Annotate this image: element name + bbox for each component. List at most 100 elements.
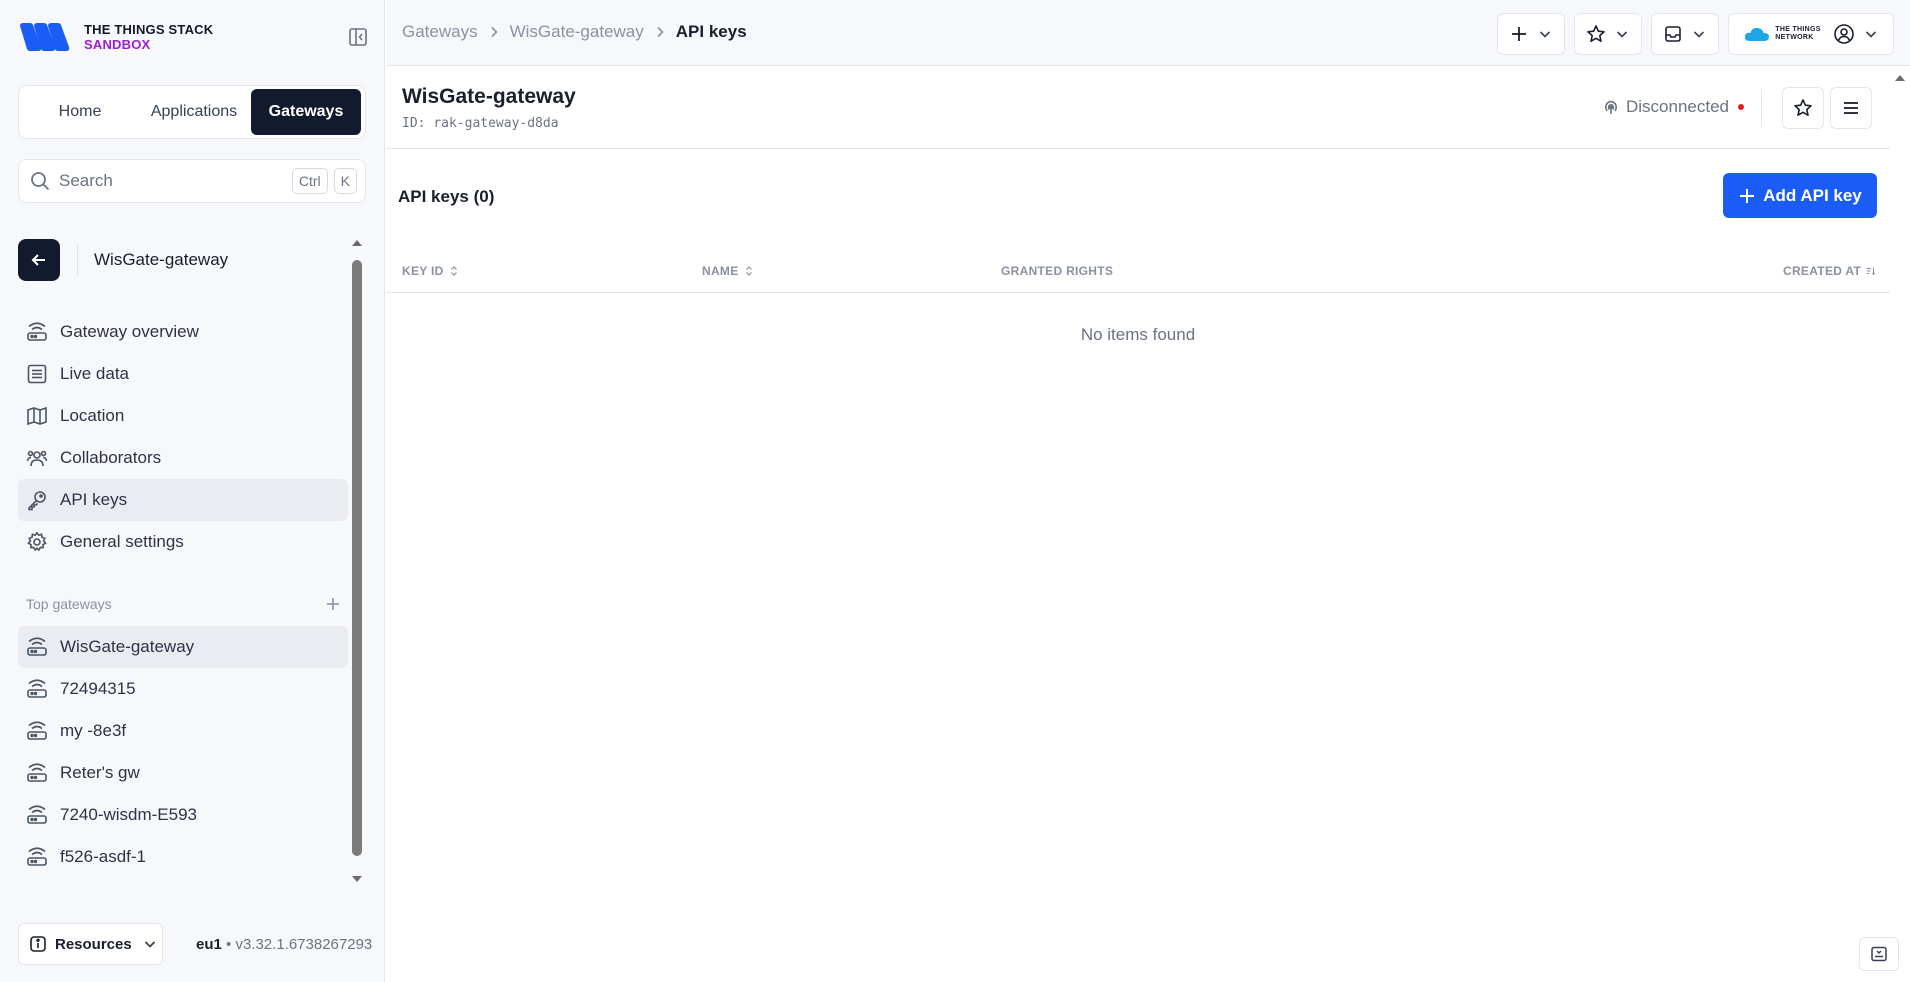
sidebar-item-live-data[interactable]: Live data — [18, 353, 348, 395]
sidebar-item-general-settings[interactable]: General settings — [18, 521, 348, 563]
sidebar-item-label: API keys — [60, 490, 128, 509]
top-header: Gateways WisGate-gateway API keys THE TH… — [386, 0, 1910, 66]
bookmark-button[interactable] — [1782, 87, 1824, 129]
sort-descending-icon — [1866, 267, 1876, 276]
scroll-down-icon[interactable] — [350, 872, 364, 886]
top-gateways-list: WisGate-gateway 72494315 my -8e3f Reter'… — [18, 626, 348, 878]
sidebar-item-api-keys[interactable]: API keys — [18, 479, 348, 521]
gateway-icon — [27, 847, 47, 866]
sidebar-scrollbar[interactable] — [350, 236, 364, 888]
entity-name: WisGate-gateway — [94, 250, 229, 269]
gateway-icon — [27, 322, 47, 341]
plus-icon[interactable] — [324, 595, 342, 613]
top-gateway-label: my -8e3f — [60, 721, 127, 740]
brand-logo[interactable]: THE THINGS STACK SANDBOX — [18, 20, 213, 54]
chevron-down-icon — [1865, 31, 1876, 38]
gateway-id: ID: rak-gateway-d8da — [402, 116, 559, 131]
entity-header: WisGate-gateway — [18, 239, 228, 281]
ttn-line2: NETWORK — [1775, 34, 1814, 41]
brand-line1: THE THINGS STACK — [84, 22, 214, 37]
signal-icon — [1604, 100, 1618, 114]
sort-icon — [450, 266, 457, 276]
bookmarks-dropdown-button[interactable] — [1574, 13, 1642, 55]
shortcut-key-ctrl: Ctrl — [291, 168, 328, 194]
chat-icon — [1871, 946, 1887, 962]
page-scrollbar[interactable] — [1890, 67, 1910, 982]
more-menu-button[interactable] — [1830, 87, 1872, 129]
sidebar-collapse-icon[interactable] — [347, 26, 369, 48]
chevron-down-icon — [1616, 31, 1628, 38]
gear-icon — [27, 531, 47, 552]
breadcrumb-gateway[interactable]: WisGate-gateway — [510, 22, 644, 42]
inbox-icon — [1665, 26, 1681, 42]
column-name[interactable]: NAME — [702, 264, 754, 278]
list-icon — [27, 364, 47, 384]
map-icon — [27, 406, 47, 426]
feedback-button[interactable] — [1859, 937, 1899, 971]
header-divider — [1761, 89, 1762, 127]
column-key-id[interactable]: KEY ID — [402, 264, 459, 278]
chevron-down-icon — [1539, 31, 1551, 38]
version-info: eu1 • v3.32.1.6738267293 — [196, 936, 373, 953]
star-icon — [1794, 99, 1812, 116]
search-icon — [31, 172, 50, 191]
menu-icon — [1844, 102, 1858, 114]
chevron-right-icon — [491, 26, 498, 38]
shortcut-key-k: K — [333, 168, 357, 194]
notifications-dropdown-button[interactable] — [1651, 13, 1719, 55]
sidebar-item-label: Live data — [60, 364, 129, 383]
breadcrumb-gateways[interactable]: Gateways — [402, 22, 478, 42]
column-created-at[interactable]: CREATED AT — [1783, 264, 1876, 278]
top-gateway-label: f526-asdf-1 — [60, 847, 146, 866]
chevron-down-icon — [1693, 31, 1705, 38]
top-gateway-item[interactable]: 72494315 — [18, 668, 348, 710]
column-granted-rights: GRANTED RIGHTS — [1001, 264, 1113, 278]
scroll-up-icon[interactable] — [1894, 73, 1906, 83]
table-toolbar: API keys (0) Add API key — [386, 173, 1890, 221]
top-gateway-item[interactable]: Reter's gw — [18, 752, 348, 794]
chevron-right-icon — [657, 26, 664, 38]
star-icon — [1587, 25, 1605, 42]
scroll-up-icon[interactable] — [350, 236, 364, 250]
top-gateway-label: 72494315 — [60, 679, 136, 698]
sort-icon — [745, 266, 752, 276]
page-title: WisGate-gateway — [402, 85, 576, 108]
table-header: KEY ID NAME GRANTED RIGHTS CREATED AT — [386, 252, 1890, 293]
sidebar-item-gateway-overview[interactable]: Gateway overview — [18, 311, 348, 353]
top-gateway-item[interactable]: 7240-wisdm-E593 — [18, 794, 348, 836]
column-label: CREATED AT — [1783, 264, 1862, 278]
column-label: NAME — [702, 264, 739, 278]
add-dropdown-button[interactable] — [1497, 13, 1565, 55]
sidebar-item-collaborators[interactable]: Collaborators — [18, 437, 348, 479]
gateway-icon — [27, 721, 47, 740]
user-avatar-icon — [1833, 24, 1854, 44]
resources-button[interactable]: Resources — [18, 923, 163, 965]
cluster-name: eu1 — [196, 936, 222, 953]
search-input[interactable]: Search Ctrl K — [18, 159, 366, 203]
add-api-key-label: Add API key — [1763, 185, 1862, 205]
resources-label: Resources — [55, 935, 132, 953]
chevron-down-icon — [144, 941, 155, 948]
brand-text: THE THINGS STACK SANDBOX — [84, 22, 213, 52]
connection-status: Disconnected — [1602, 97, 1745, 117]
top-gateway-item[interactable]: WisGate-gateway — [18, 626, 348, 668]
top-gateway-label: WisGate-gateway — [60, 637, 195, 656]
sidebar-item-label: Location — [60, 406, 125, 425]
top-gateway-item[interactable]: f526-asdf-1 — [18, 836, 348, 878]
tab-applications[interactable]: Applications — [137, 89, 251, 135]
back-button[interactable] — [18, 239, 60, 281]
scrollbar-thumb[interactable] — [352, 260, 362, 856]
plus-icon — [1740, 188, 1755, 203]
tab-gateways[interactable]: Gateways — [251, 89, 361, 135]
sidebar-fade — [18, 890, 348, 902]
gateway-icon — [27, 763, 47, 782]
tab-home[interactable]: Home — [23, 89, 137, 135]
add-api-key-button[interactable]: Add API key — [1723, 173, 1877, 218]
users-icon — [26, 450, 48, 467]
version-number: v3.32.1.6738267293 — [235, 936, 373, 953]
user-menu-button[interactable]: THE THINGS NETWORK — [1728, 13, 1894, 55]
top-gateway-item[interactable]: my -8e3f — [18, 710, 348, 752]
things-stack-logo-icon — [20, 23, 70, 51]
sidebar-item-location[interactable]: Location — [18, 395, 348, 437]
cloud-icon — [1745, 27, 1770, 41]
